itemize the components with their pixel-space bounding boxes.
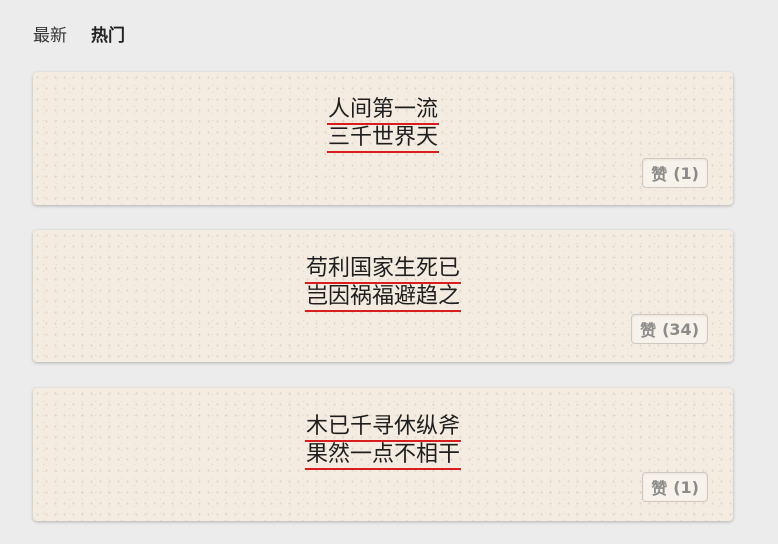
poem-line: 岂因祸福避趋之	[304, 284, 461, 312]
poem-card: 人间第一流 三千世界天 赞 (1)	[33, 72, 733, 205]
tab-hot[interactable]: 热门	[91, 24, 125, 48]
poem-line: 果然一点不相干	[304, 442, 461, 470]
like-label: 赞	[640, 321, 657, 340]
poem-text: 木已千寻休纵斧 果然一点不相干	[33, 414, 733, 470]
like-count: (1)	[673, 163, 699, 183]
poem-line: 木已千寻休纵斧	[304, 414, 461, 442]
poem-text: 人间第一流 三千世界天	[33, 97, 733, 153]
like-button[interactable]: 赞 (1)	[642, 158, 708, 188]
poem-card: 苟利国家生死已 岂因祸福避趋之 赞 (34)	[33, 230, 733, 362]
like-count: (34)	[662, 319, 699, 339]
poem-line: 人间第一流	[326, 97, 439, 125]
poem-line: 三千世界天	[326, 125, 439, 153]
sort-tabs: 最新 热门	[33, 24, 125, 48]
poem-line: 苟利国家生死已	[304, 256, 461, 284]
poem-text: 苟利国家生死已 岂因祸福避趋之	[33, 256, 733, 312]
like-count: (1)	[673, 477, 699, 497]
tab-latest[interactable]: 最新	[33, 24, 67, 48]
like-button[interactable]: 赞 (1)	[642, 472, 708, 502]
poem-card: 木已千寻休纵斧 果然一点不相干 赞 (1)	[33, 388, 733, 521]
like-label: 赞	[651, 479, 668, 498]
like-button[interactable]: 赞 (34)	[631, 314, 708, 344]
like-label: 赞	[651, 165, 668, 184]
